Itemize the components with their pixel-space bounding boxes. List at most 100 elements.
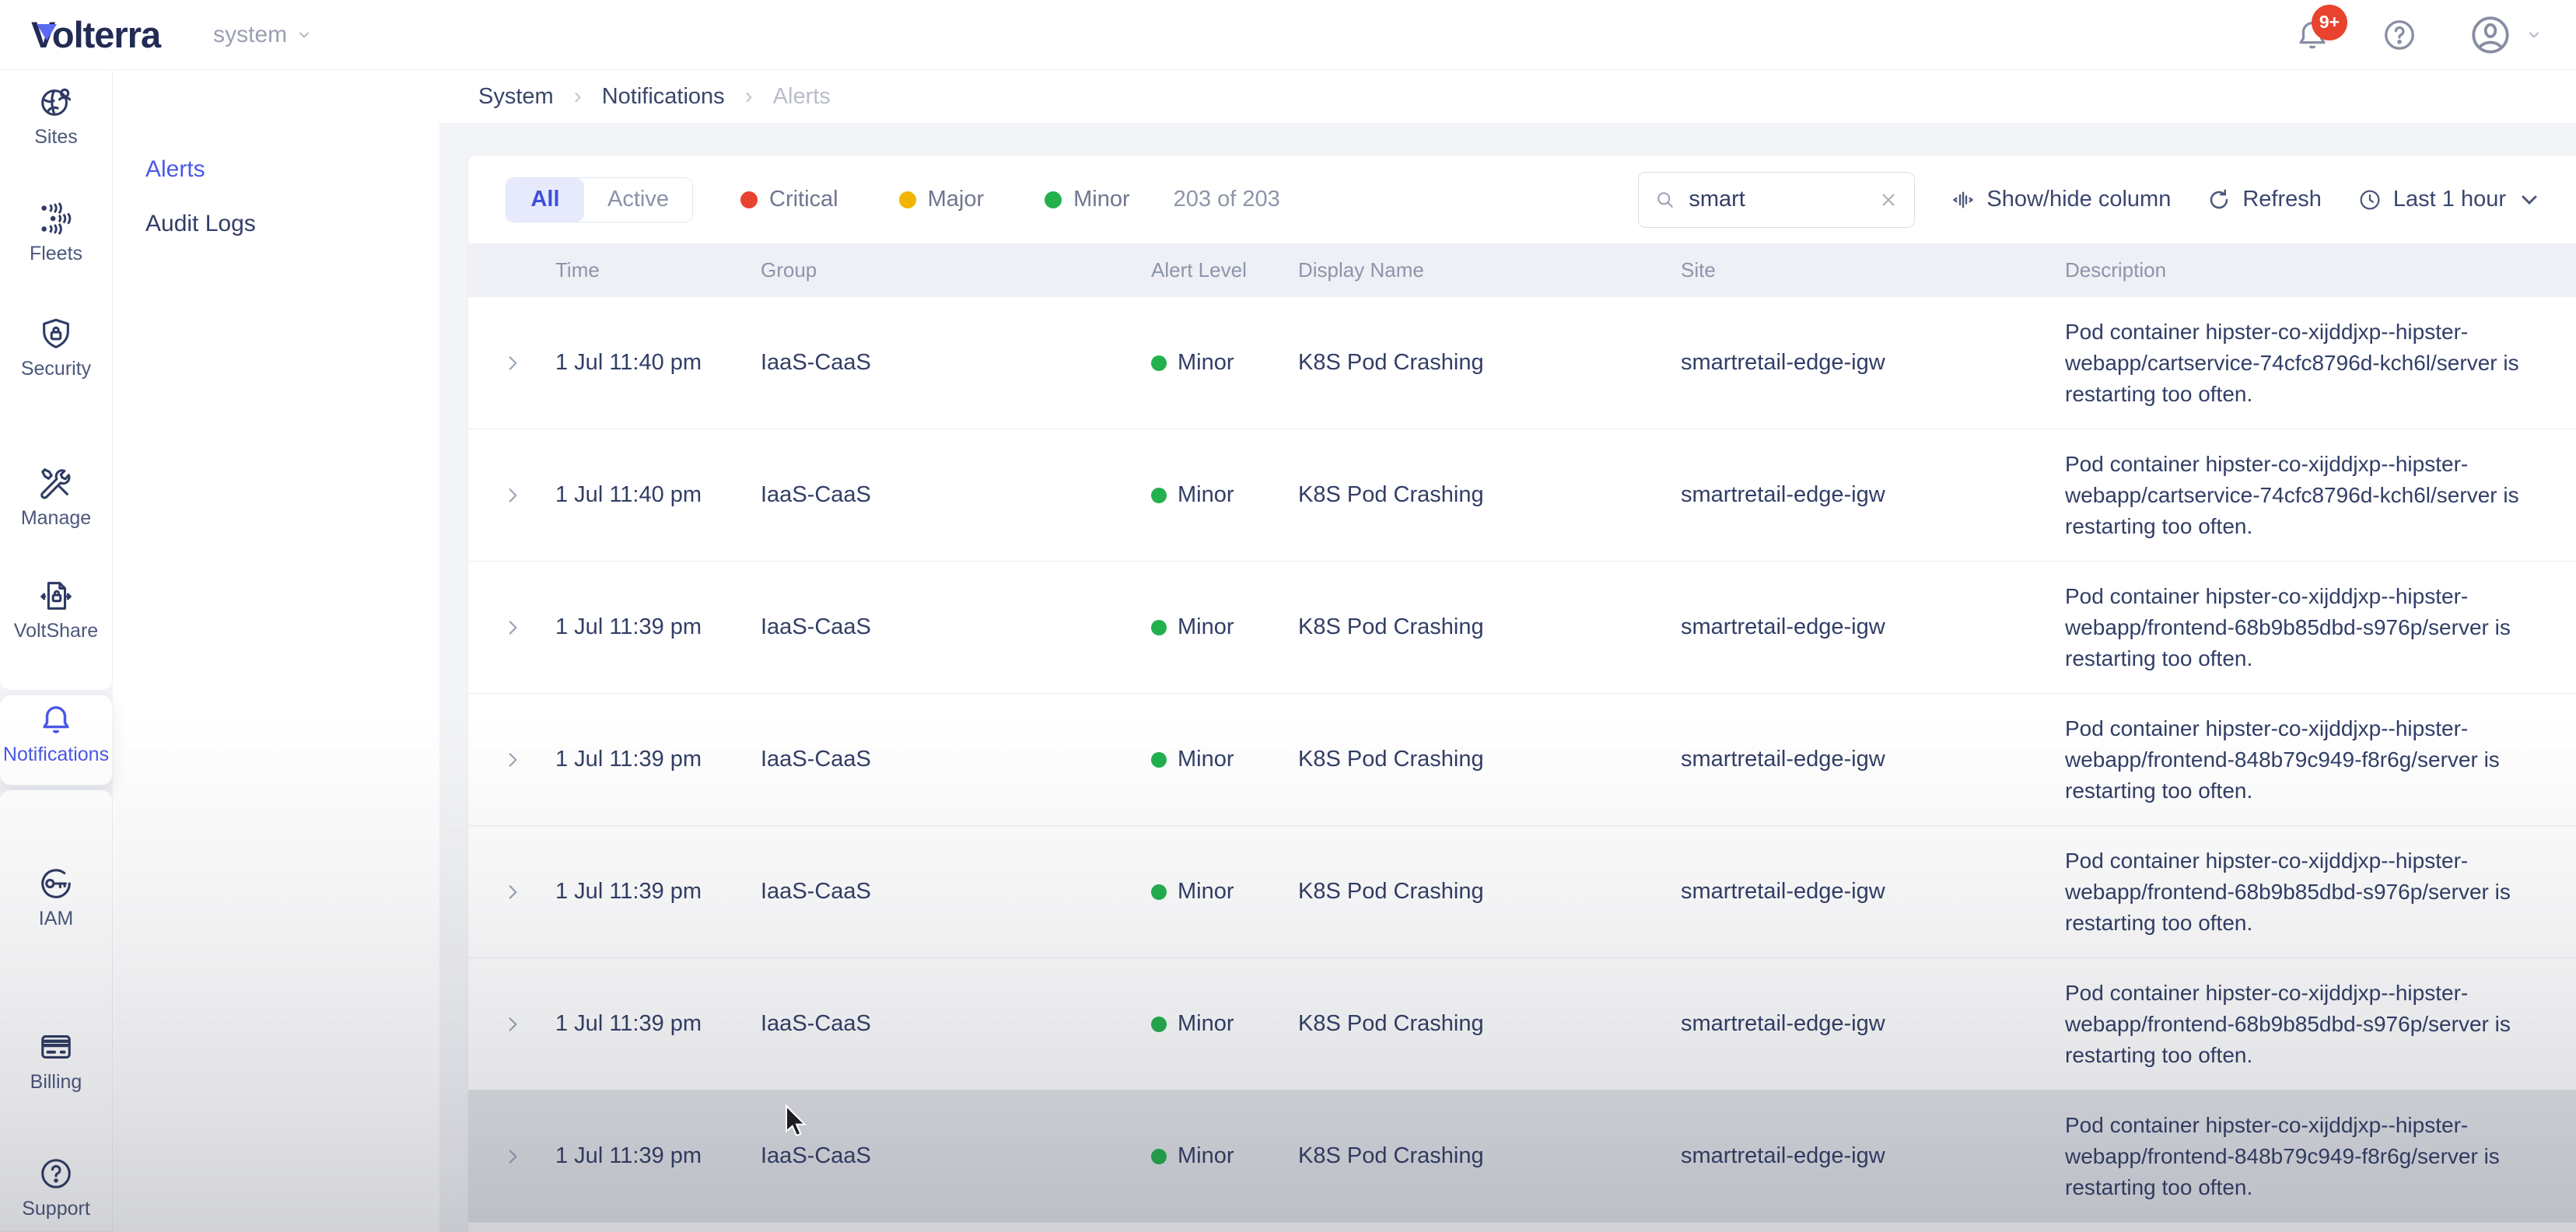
cell-alert-level: Minor <box>1151 350 1298 376</box>
table-row[interactable]: 1 Jul 11:40 pm IaaS-CaaS Minor K8S Pod C… <box>468 429 2576 562</box>
show-hide-column-button[interactable]: Show/hide column <box>1951 187 2171 212</box>
severity-label: Minor <box>1178 747 1234 772</box>
cell-description: Pod container hipster-co-xijddjxp--hipst… <box>2065 845 2576 939</box>
sidebar-item-label: Manage <box>21 507 91 530</box>
tab-active[interactable]: Active <box>584 178 692 222</box>
breadcrumb-alerts: Alerts <box>773 84 831 110</box>
fleet-nodes-icon <box>38 201 74 236</box>
sidebar-item-voltshare[interactable]: VoltShare <box>0 578 112 642</box>
legend-label: Critical <box>769 187 838 212</box>
cell-alert-level: Minor <box>1151 879 1298 905</box>
cell-group: IaaS-CaaS <box>761 1143 1151 1169</box>
cell-time: 1 Jul 11:40 pm <box>555 350 761 376</box>
clear-x-icon[interactable] <box>1878 190 1899 210</box>
tab-all[interactable]: All <box>506 178 584 222</box>
refresh-button[interactable]: Refresh <box>2207 187 2322 212</box>
sidebar-item-label: Billing <box>30 1071 82 1094</box>
severity-dot-icon <box>1151 884 1167 900</box>
result-count: 203 of 203 <box>1174 187 1280 212</box>
column-alert-level: Alert Level <box>1151 258 1298 282</box>
cell-display-name: K8S Pod Crashing <box>1298 1143 1681 1169</box>
legend-label: Minor <box>1073 187 1130 212</box>
sidebar-item-billing[interactable]: Billing <box>0 1029 112 1094</box>
breadcrumb-system[interactable]: System <box>478 84 554 110</box>
cell-time: 1 Jul 11:39 pm <box>555 614 761 640</box>
cell-time: 1 Jul 11:39 pm <box>555 1011 761 1037</box>
credit-card-icon <box>38 1029 74 1065</box>
doc-lock-share-icon <box>38 578 74 614</box>
cell-alert-level: Minor <box>1151 614 1298 640</box>
table-row[interactable]: 1 Jul 11:39 pm IaaS-CaaS Minor K8S Pod C… <box>468 562 2576 694</box>
sidebar-item-fleets[interactable]: Fleets <box>0 201 112 265</box>
rail-section-active: Notifications <box>0 695 113 786</box>
sidebar-item-label: Notifications <box>3 744 109 766</box>
chevron-right-icon[interactable] <box>502 353 523 373</box>
tenant-selector[interactable]: system <box>213 22 312 48</box>
cell-time: 1 Jul 11:40 pm <box>555 482 761 508</box>
cell-display-name: K8S Pod Crashing <box>1298 482 1681 508</box>
column-display-name: Display Name <box>1298 258 1681 282</box>
mouse-cursor <box>784 1104 810 1139</box>
row-expand-cell <box>468 882 555 902</box>
main-content: System › Notifications › Alerts All Acti… <box>439 70 2576 1232</box>
severity-label: Minor <box>1178 1011 1234 1037</box>
primary-sidebar: Sites Fleets Security Manage VoltShare <box>0 70 113 1232</box>
columns-icon <box>1951 187 1976 212</box>
top-bar: Volterra system 9+ <box>0 0 2576 70</box>
sidebar-item-label: Support <box>22 1198 90 1220</box>
help-button[interactable] <box>2382 17 2417 53</box>
chevron-right-icon[interactable] <box>502 485 523 506</box>
search-box <box>1638 172 1915 228</box>
sidebar-item-iam[interactable]: IAM <box>0 866 112 930</box>
severity-dot-icon <box>1151 1017 1167 1032</box>
secondary-sidebar: Alerts Audit Logs <box>113 70 439 1232</box>
sidebar-item-notifications[interactable]: Notifications <box>0 702 112 766</box>
table-row[interactable]: 1 Jul 11:39 pm IaaS-CaaS Minor K8S Pod C… <box>468 958 2576 1090</box>
sidebar-item-sites[interactable]: Sites <box>0 84 112 149</box>
chevron-right-icon[interactable] <box>502 1146 523 1167</box>
row-expand-cell <box>468 618 555 638</box>
table-row[interactable]: 1 Jul 11:40 pm IaaS-CaaS Minor K8S Pod C… <box>468 297 2576 429</box>
subnav-item-alerts[interactable]: Alerts <box>113 148 439 191</box>
severity-label: Minor <box>1178 350 1234 376</box>
time-range-dropdown[interactable]: Last 1 hour <box>2357 187 2542 212</box>
row-expand-cell <box>468 353 555 373</box>
sidebar-item-security[interactable]: Security <box>0 316 112 380</box>
subnav-item-audit-logs[interactable]: Audit Logs <box>113 202 439 246</box>
key-circle-icon <box>38 866 74 901</box>
sidebar-item-label: Fleets <box>30 243 82 265</box>
chevron-right-icon[interactable] <box>502 618 523 638</box>
table-row[interactable]: 1 Jul 11:39 pm IaaS-CaaS Minor K8S Pod C… <box>468 694 2576 826</box>
clock-icon <box>2357 187 2382 212</box>
refresh-icon <box>2207 187 2231 212</box>
cell-description: Pod container hipster-co-xijddjxp--hipst… <box>2065 713 2576 807</box>
sidebar-item-manage[interactable]: Manage <box>0 465 112 530</box>
shield-lock-icon <box>38 316 74 352</box>
breadcrumb-notifications[interactable]: Notifications <box>602 84 725 110</box>
search-input[interactable] <box>1689 187 1866 212</box>
chevron-right-icon[interactable] <box>502 750 523 770</box>
legend-critical: Critical <box>740 187 838 212</box>
critical-dot-icon <box>740 191 758 208</box>
cell-time: 1 Jul 11:39 pm <box>555 1143 761 1169</box>
cell-description: Pod container hipster-co-xijddjxp--hipst… <box>2065 317 2576 410</box>
cell-site: smartretail-edge-igw <box>1681 350 2065 376</box>
sidebar-item-label: Sites <box>34 126 78 149</box>
severity-dot-icon <box>1151 355 1167 371</box>
chevron-right-icon[interactable] <box>502 1014 523 1034</box>
cell-site: smartretail-edge-igw <box>1681 1011 2065 1037</box>
sidebar-item-support[interactable]: Support <box>0 1156 112 1220</box>
row-expand-cell <box>468 485 555 506</box>
cell-site: smartretail-edge-igw <box>1681 879 2065 905</box>
chevron-right-icon[interactable] <box>502 882 523 902</box>
cell-group: IaaS-CaaS <box>761 747 1151 772</box>
cell-description: Pod container hipster-co-xijddjxp--hipst… <box>2065 581 2576 674</box>
account-menu[interactable] <box>2469 13 2542 57</box>
table-row[interactable]: 1 Jul 11:39 pm IaaS-CaaS Minor K8S Pod C… <box>468 826 2576 958</box>
tools-icon <box>38 465 74 501</box>
logo-triangle-icon <box>37 24 57 40</box>
cell-alert-level: Minor <box>1151 482 1298 508</box>
notifications-bell-button[interactable]: 9+ <box>2294 17 2330 53</box>
cell-time: 1 Jul 11:39 pm <box>555 747 761 772</box>
breadcrumb: System › Notifications › Alerts <box>439 70 2576 123</box>
